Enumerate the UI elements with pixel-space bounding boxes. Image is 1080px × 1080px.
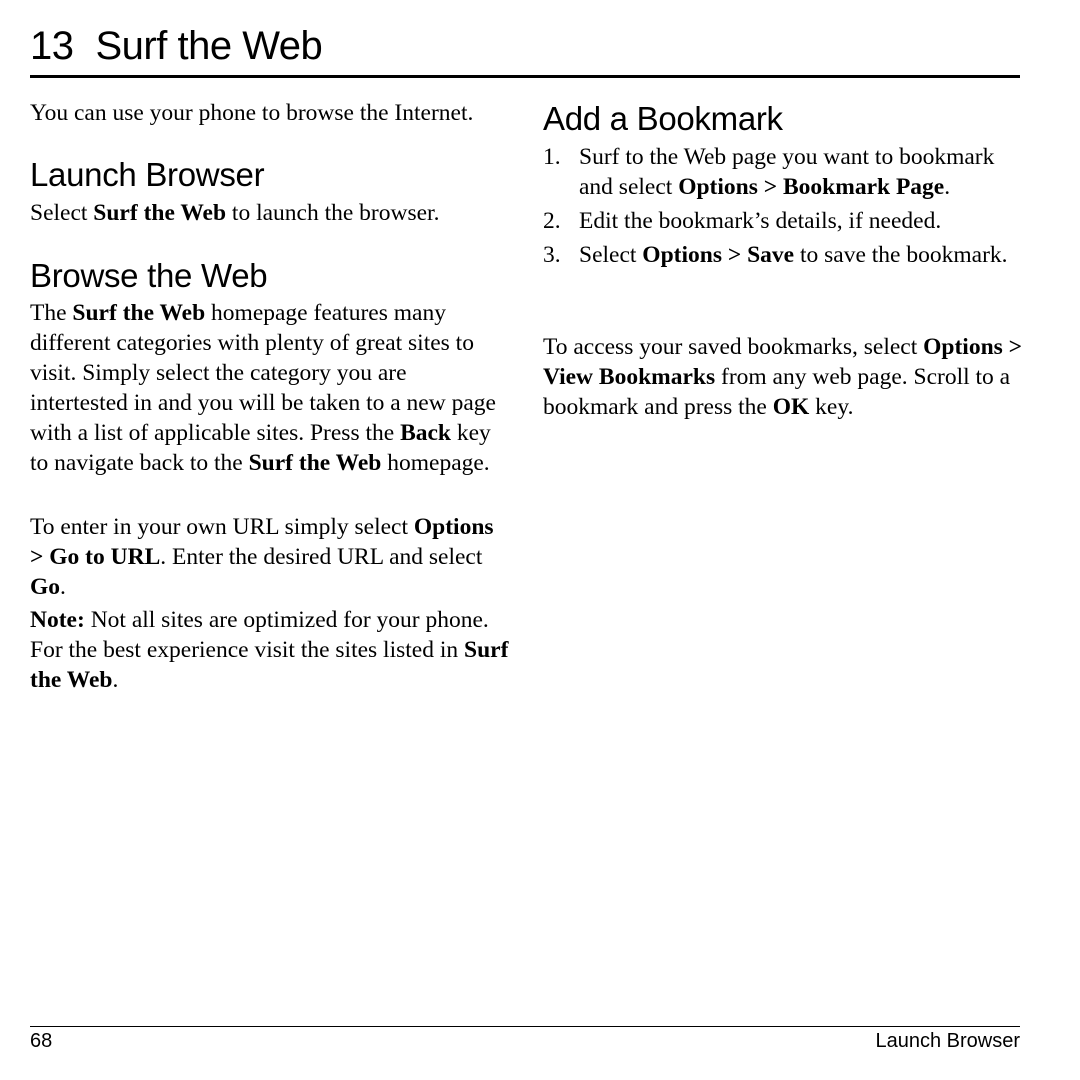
- chapter-name: Surf the Web: [95, 24, 323, 68]
- view-bookmarks-paragraph: To access your saved bookmarks, select O…: [543, 334, 1023, 420]
- chapter-number: 13: [30, 24, 74, 68]
- launch-browser-paragraph: Select Surf the Web to launch the browse…: [30, 200, 440, 226]
- step-item: 2. Edit the bookmark’s details, if needed…: [543, 208, 942, 234]
- footer-section-title: Launch Browser: [875, 1030, 1020, 1052]
- browse-paragraph: The Surf the Web homepage features many …: [30, 300, 496, 476]
- url-paragraph: To enter in your own URL simply select O…: [30, 514, 494, 600]
- intro-paragraph: You can use your phone to browse the Int…: [30, 100, 474, 126]
- section-heading-add-a-bookmark: Add a Bookmark: [543, 100, 783, 137]
- title-rule: [30, 75, 1020, 78]
- section-heading-browse-the-web: Browse the Web: [30, 257, 268, 294]
- step-item: 1. Surf to the Web page you want to bookm…: [543, 144, 995, 200]
- section-heading-launch-browser: Launch Browser: [30, 156, 265, 193]
- footer-rule: [30, 1026, 1020, 1027]
- chapter-title: 13 Surf the Web: [30, 22, 323, 70]
- bookmark-steps: 1. Surf to the Web page you want to bookm…: [543, 142, 1023, 270]
- page-number: 68: [30, 1030, 53, 1052]
- note-label: Note:: [30, 607, 85, 633]
- note-paragraph: Note: Not all sites are optimized for yo…: [30, 607, 509, 693]
- step-item: 3. Select Options > Save to save the book…: [543, 242, 1008, 268]
